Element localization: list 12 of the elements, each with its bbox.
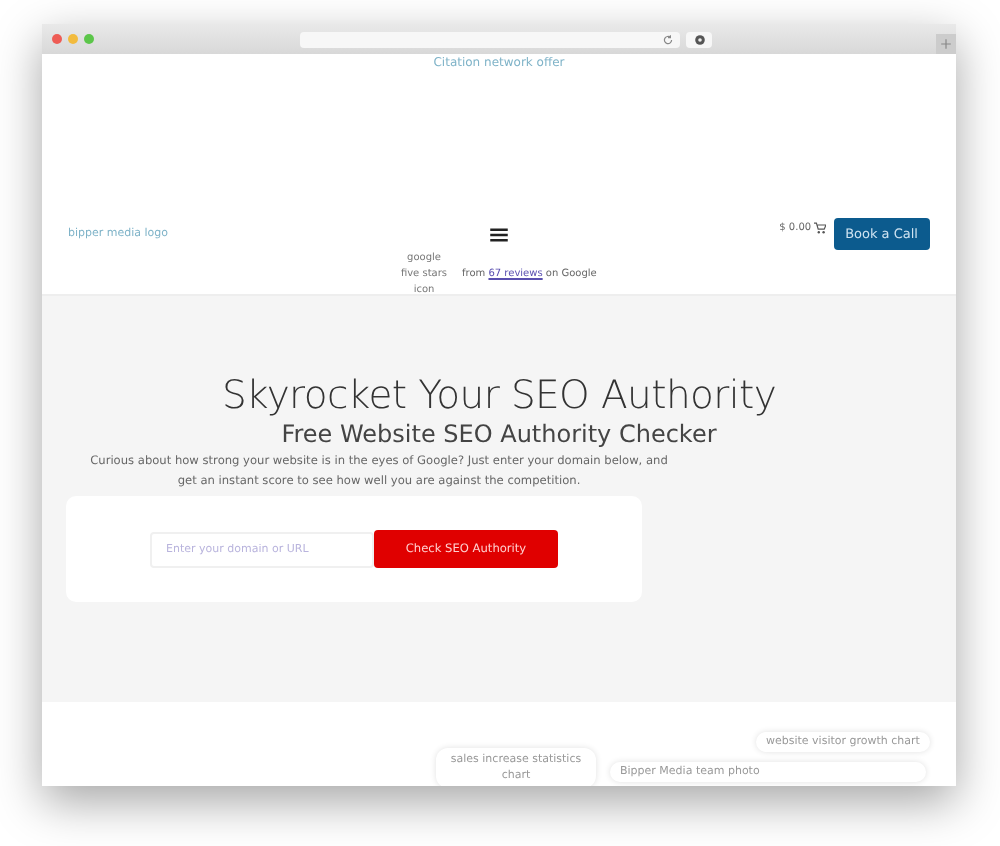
extension-button[interactable]: [686, 31, 712, 47]
new-tab-button[interactable]: [936, 33, 956, 53]
menu-icon[interactable]: [490, 228, 508, 242]
gear-icon: [693, 33, 705, 45]
plus-icon: [940, 37, 952, 49]
hero-title: Skyrocket Your SEO Authority: [219, 372, 779, 418]
window-control-dot[interactable]: [52, 34, 62, 44]
window-control-dot[interactable]: [84, 34, 94, 44]
reload-icon[interactable]: [662, 33, 674, 45]
window-control-dot[interactable]: [68, 34, 78, 44]
cart-icon[interactable]: [813, 222, 826, 234]
hero-subtitle: Free Website SEO Authority Checker: [279, 420, 719, 448]
